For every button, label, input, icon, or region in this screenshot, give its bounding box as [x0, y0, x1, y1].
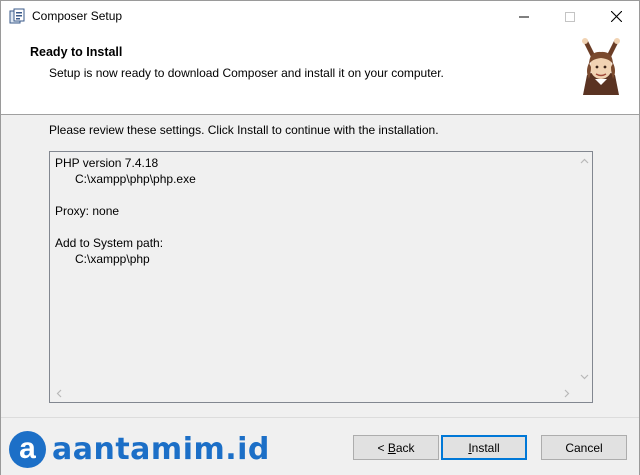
settings-line: Proxy: none [55, 204, 120, 218]
chevron-left-icon [56, 389, 61, 398]
maximize-icon [565, 11, 575, 22]
chevron-right-icon [564, 389, 569, 398]
instructions-text: Please review these settings. Click Inst… [49, 123, 439, 137]
back-button-label: ack [395, 440, 415, 455]
window-title: Composer Setup [32, 9, 123, 23]
install-button-label: nstall [471, 440, 500, 455]
settings-memo[interactable]: PHP version 7.4.18 C:\xampp\php\php.exe … [49, 151, 593, 403]
scroll-left-button[interactable] [50, 385, 67, 402]
settings-line: PHP version 7.4.18 [55, 156, 159, 170]
composer-app-icon [9, 8, 25, 24]
minimize-button[interactable] [501, 1, 547, 32]
scrollbar-corner [575, 385, 592, 402]
cancel-button[interactable]: Cancel [541, 435, 627, 460]
settings-line [55, 219, 570, 235]
settings-line: C:\xampp\php\php.exe [55, 172, 196, 186]
scroll-up-button[interactable] [576, 152, 593, 169]
page-subtitle: Setup is now ready to download Composer … [49, 66, 444, 80]
watermark-brand: a aantamim.id [9, 430, 270, 468]
installer-window: Composer Setup Ready to Install Setup is… [0, 0, 640, 475]
vertical-scrollbar[interactable] [575, 152, 592, 385]
horizontal-scrollbar[interactable] [50, 385, 575, 402]
brand-text: aantamim.id [52, 431, 270, 467]
title-bar[interactable]: Composer Setup [1, 1, 639, 32]
chevron-down-icon [580, 374, 589, 379]
close-button[interactable] [593, 1, 639, 32]
close-icon [610, 11, 622, 22]
back-button-prefix: < [377, 440, 388, 455]
brand-badge-letter: a [19, 432, 36, 465]
chevron-up-icon [580, 158, 589, 163]
back-button-access-key: B [387, 440, 396, 455]
settings-text[interactable]: PHP version 7.4.18 C:\xampp\php\php.exe … [55, 155, 570, 267]
settings-line [55, 187, 570, 203]
install-button[interactable]: Install [441, 435, 527, 460]
minimize-icon [519, 16, 529, 17]
page-title: Ready to Install [30, 45, 123, 59]
settings-line: C:\xampp\php [55, 252, 150, 266]
scroll-right-button[interactable] [558, 385, 575, 402]
cancel-button-label: Cancel [565, 440, 603, 455]
settings-line: Add to System path: [55, 236, 164, 250]
wizard-footer: a aantamim.id < Back Install Cancel [1, 417, 639, 475]
scroll-down-button[interactable] [576, 368, 593, 385]
wizard-body: Please review these settings. Click Inst… [1, 115, 639, 417]
wizard-header: Ready to Install Setup is now ready to d… [1, 32, 639, 114]
brand-badge-icon: a [9, 430, 46, 468]
composer-logo-icon [582, 38, 620, 95]
back-button[interactable]: < Back [353, 435, 439, 460]
maximize-button[interactable] [547, 1, 593, 32]
